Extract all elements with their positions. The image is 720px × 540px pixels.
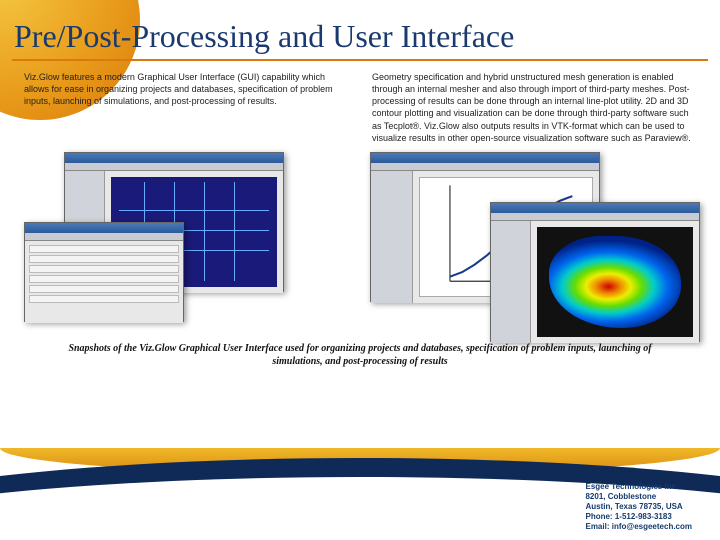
footer-phone: 1-512-983-3183	[615, 512, 672, 521]
screenshot-caption: Snapshots of the Viz.Glow Graphical User…	[0, 336, 720, 368]
slide-title: Pre/Post-Processing and User Interface	[0, 0, 720, 59]
footer-email-line: Email: info@esgeetech.com	[585, 522, 692, 532]
footer-email: info@esgeetech.com	[612, 522, 692, 531]
footer-contact: Esgee Technologies Inc. 8201, Cobbleston…	[585, 482, 692, 532]
gui-window-contour	[490, 202, 700, 342]
footer-company: Esgee Technologies Inc.	[585, 482, 692, 492]
footer-email-label: Email:	[585, 522, 609, 531]
title-underline	[12, 59, 708, 61]
footer-addr2: Austin, Texas 78735, USA	[585, 502, 692, 512]
right-paragraph: Geometry specification and hybrid unstru…	[372, 71, 696, 144]
footer-addr1: 8201, Cobblestone	[585, 492, 692, 502]
body-columns: Viz.Glow features a modern Graphical Use…	[0, 71, 720, 144]
right-screenshot-stack	[370, 152, 696, 332]
footer-phone-line: Phone: 1-512-983-3183	[585, 512, 692, 522]
screenshot-row	[0, 144, 720, 336]
gui-window-inputs	[24, 222, 184, 322]
left-paragraph: Viz.Glow features a modern Graphical Use…	[24, 71, 348, 144]
footer-phone-label: Phone:	[585, 512, 612, 521]
left-screenshot-stack	[24, 152, 350, 332]
